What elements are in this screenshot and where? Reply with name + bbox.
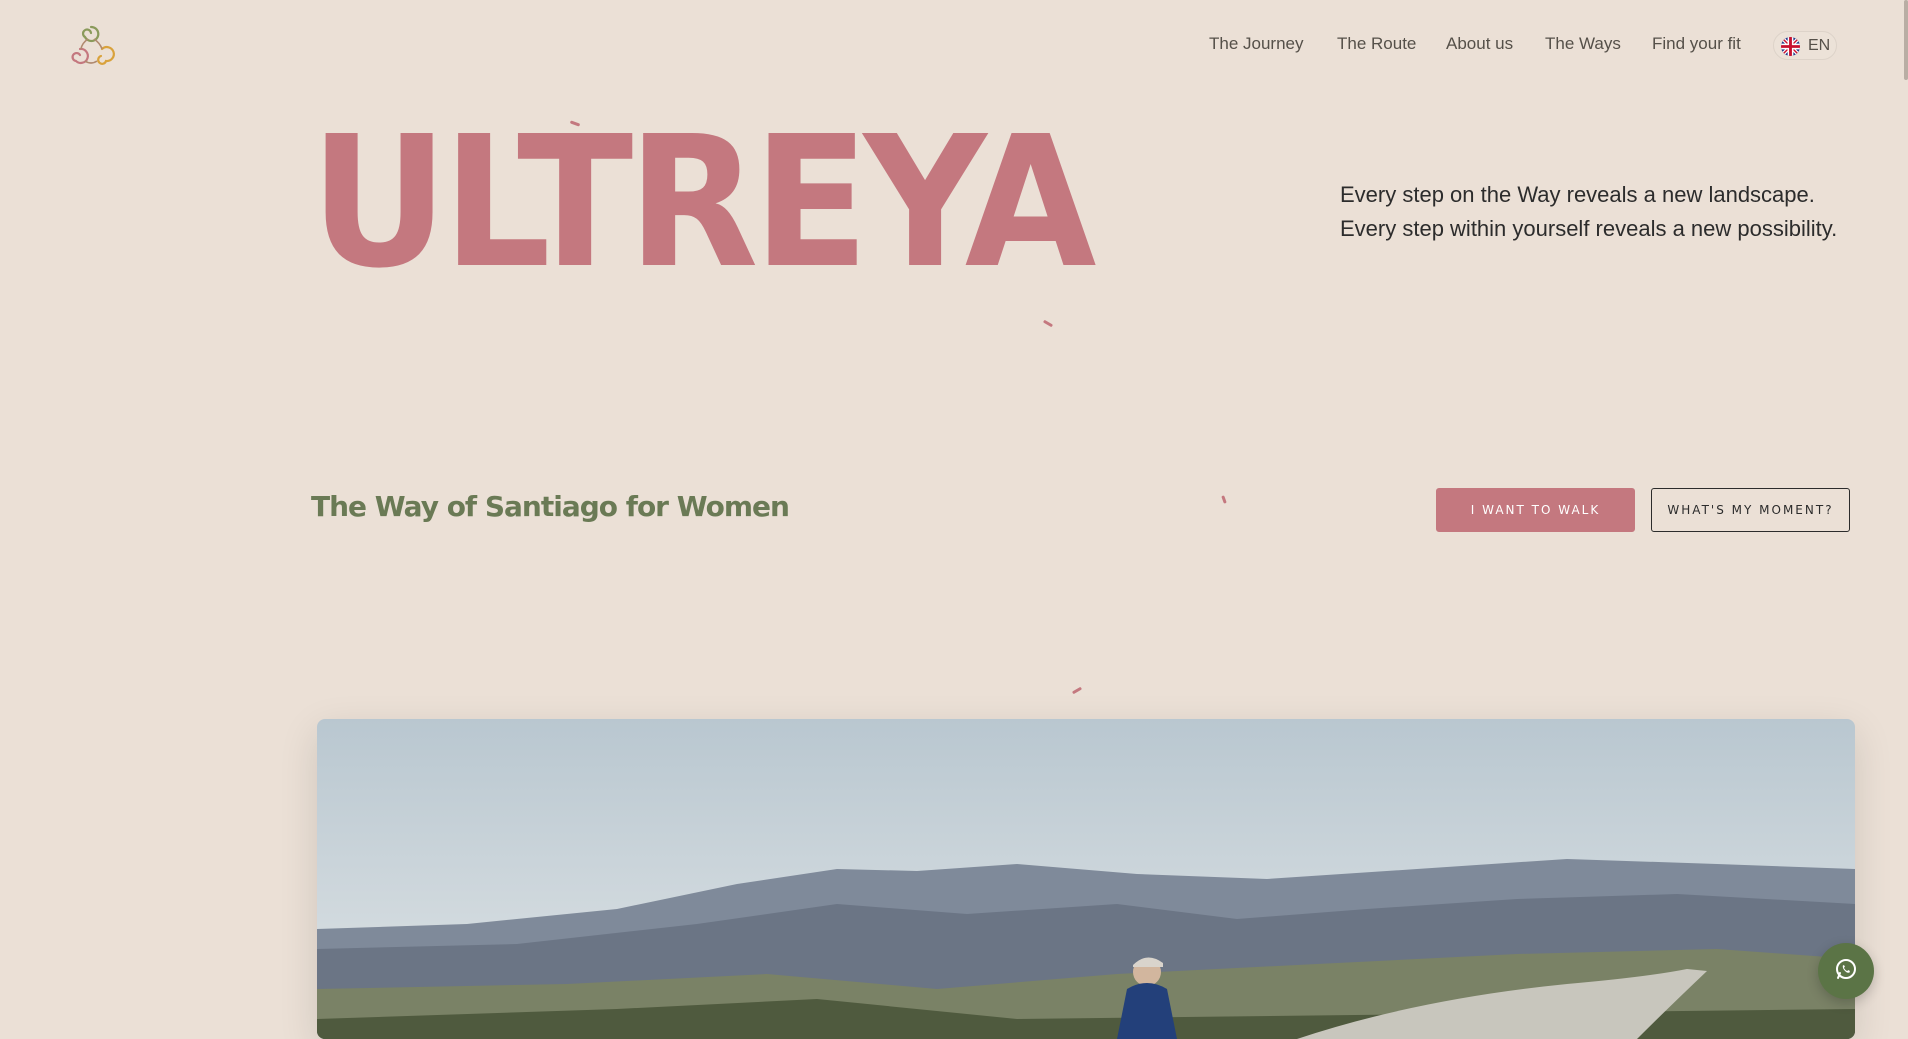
whatsapp-button[interactable] <box>1818 943 1874 999</box>
i-want-to-walk-button[interactable]: I WANT TO WALK <box>1436 488 1635 532</box>
whats-my-moment-button[interactable]: WHAT'S MY MOMENT? <box>1651 488 1850 532</box>
nav-item-the-journey[interactable]: The Journey <box>1209 34 1304 54</box>
nav-item-the-route[interactable]: The Route <box>1337 34 1416 54</box>
page-scrollbar[interactable] <box>1904 0 1908 80</box>
nav-item-the-ways[interactable]: The Ways <box>1545 34 1621 54</box>
whatsapp-icon <box>1834 957 1858 986</box>
hero-photo <box>317 719 1855 1039</box>
tagline-line-2: Every step within yourself reveals a new… <box>1340 216 1838 241</box>
language-switcher[interactable]: EN <box>1773 31 1837 60</box>
hero-title: ULTREYA <box>310 97 1096 308</box>
hero-tagline: Every step on the Way reveals a new land… <box>1340 178 1837 246</box>
nav-item-find-your-fit[interactable]: Find your fit <box>1652 34 1741 54</box>
uk-flag-icon <box>1781 37 1800 56</box>
nav-item-about-us[interactable]: About us <box>1446 34 1513 54</box>
hero-subtitle: The Way of Santiago for Women <box>311 490 790 523</box>
main-nav: The Journey The Route About us The Ways … <box>0 34 1908 58</box>
decorative-dash <box>1221 495 1227 504</box>
decorative-dash <box>1071 686 1083 695</box>
language-code: EN <box>1808 37 1831 54</box>
decorative-dash <box>1042 319 1054 328</box>
tagline-line-1: Every step on the Way reveals a new land… <box>1340 182 1815 207</box>
